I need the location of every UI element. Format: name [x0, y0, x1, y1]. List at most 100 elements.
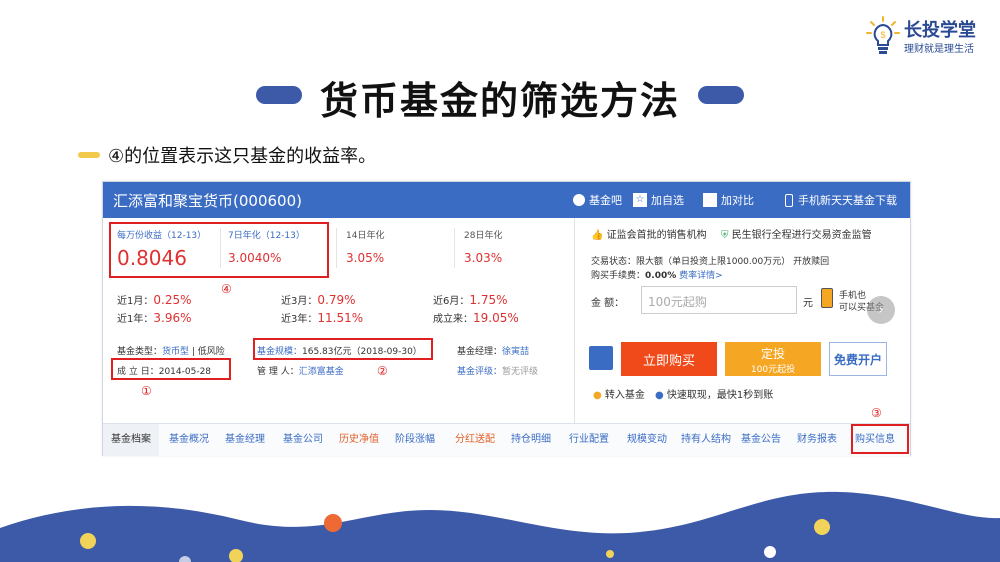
tab-industry[interactable]: 行业配置 — [569, 424, 609, 456]
return-6m-label: 近6月： — [433, 296, 470, 307]
auto-invest-button[interactable]: 定投 100元起投 — [725, 342, 821, 376]
fund-admin-value[interactable]: 汇添富基金 — [299, 367, 344, 377]
tab-history-nav[interactable]: 历史净值 — [339, 424, 379, 456]
return-3m-value: 0.79% — [317, 293, 356, 307]
cert-text: 证监会首批的销售机构 — [606, 230, 707, 241]
return-1y-value: 3.96% — [153, 311, 192, 325]
brand-logo: $ 长投学堂 理财就是理生活 — [862, 14, 992, 58]
subtitle: ④的位置表示这只基金的收益率。 — [108, 146, 377, 167]
highlight-box-3 — [851, 424, 909, 454]
trade-panel: 👍 证监会首批的销售机构 ⛨ 民生银行全程进行交易资金监管 交易状态：限大额（单… — [574, 218, 911, 423]
annotation-2: ② — [377, 364, 388, 378]
amount-input[interactable]: 100元起购 — [641, 286, 797, 314]
fund-manager: 基金经理：徐寅喆 — [457, 344, 529, 357]
tab-announcement[interactable]: 基金公告 — [741, 424, 781, 456]
tab-holder-structure[interactable]: 持有人结构 — [681, 424, 731, 456]
return-1m-label: 近1月： — [117, 296, 154, 307]
thumb-icon: 👍 — [591, 230, 604, 241]
fee-detail-link[interactable]: 费率详情> — [679, 271, 723, 281]
return-since-value: 19.05% — [473, 311, 519, 325]
return-since: 成立来：19.05% — [433, 310, 519, 325]
d14-label: 14日年化 — [346, 231, 385, 241]
logo-slogan: 理财就是理生活 — [904, 44, 974, 55]
transfer-link[interactable]: ● 转入基金 — [593, 386, 645, 401]
return-3m: 近3月：0.79% — [281, 292, 356, 307]
fund-admin: 管 理 人：汇添富基金 — [257, 364, 344, 377]
auto-invest-label: 定投 — [760, 347, 785, 361]
logo-name: 长投学堂 — [904, 20, 976, 41]
tab-overview[interactable]: 基金概况 — [169, 424, 209, 456]
amount-unit: 元 — [803, 298, 813, 309]
calculator-icon[interactable] — [589, 346, 613, 370]
checkbox-icon — [703, 193, 717, 207]
tab-manager[interactable]: 基金经理 — [225, 424, 265, 456]
d14-value: 3.05% — [346, 251, 385, 265]
highlight-box-2 — [253, 338, 433, 360]
fund-manager-value[interactable]: 徐寅喆 — [502, 347, 529, 357]
tab-archive[interactable]: 基金档案 — [103, 424, 159, 456]
fund-admin-label: 管 理 人： — [257, 367, 299, 377]
add-watchlist-button[interactable]: ☆ 加自选 — [633, 190, 684, 210]
fee-line: 购买手续费：0.00% 费率详情> — [591, 268, 723, 281]
mobile-download-button[interactable]: 手机新天天基金下载 — [785, 190, 897, 210]
fund-tabs: 基金档案 基金概况 基金经理 基金公司 历史净值 阶段涨幅 分红送配 持仓明细 … — [103, 423, 910, 456]
fund-type-label: 基金类型： — [117, 347, 163, 357]
tab-financials[interactable]: 财务报表 — [797, 424, 837, 456]
return-3y-label: 近3年： — [281, 314, 318, 325]
compare-label: 加对比 — [721, 194, 754, 207]
mobile-label: 手机新天天基金下载 — [798, 194, 897, 207]
tab-scale-change[interactable]: 规模变动 — [627, 424, 667, 456]
return-6m-value: 1.75% — [469, 293, 508, 307]
fund-rating-label[interactable]: 基金评级： — [457, 367, 502, 377]
d28-label: 28日年化 — [464, 231, 503, 241]
fund-metrics-panel: 每万份收益（12-13） 0.8046 7日年化（12-13） 3.0040% … — [103, 218, 573, 423]
fund-header: 汇添富和聚宝货币(000600) 基金吧 ☆ 加自选 加对比 手机新天天基金下载 — [103, 182, 910, 218]
clock-icon: ● — [655, 390, 664, 401]
forum-button[interactable]: 基金吧 — [573, 190, 622, 210]
title-pill-left — [256, 86, 302, 104]
return-1m-value: 0.25% — [153, 293, 192, 307]
cert-line: 👍 证监会首批的销售机构 — [591, 226, 707, 241]
bank-line: ⛨ 民生银行全程进行交易资金监管 — [721, 226, 872, 241]
bullet-bar — [78, 152, 100, 158]
tab-company[interactable]: 基金公司 — [283, 424, 323, 456]
redeem-label: 快速取现，最快1秒到账 — [666, 390, 774, 401]
redeem-info: ● 快速取现，最快1秒到账 — [655, 386, 773, 401]
highlight-box-1 — [111, 358, 231, 380]
next-arrow-icon[interactable]: › — [867, 296, 895, 324]
tab-stage-gain[interactable]: 阶段涨幅 — [395, 424, 435, 456]
compare-button[interactable]: 加对比 — [703, 190, 754, 210]
divider — [454, 228, 455, 268]
amount-label: 金 额： — [591, 298, 625, 309]
d28-value: 3.03% — [464, 251, 503, 265]
return-3y-value: 11.51% — [317, 311, 364, 325]
wave-decoration — [0, 491, 1000, 562]
tab-dividend[interactable]: 分红送配 — [455, 424, 495, 456]
buy-now-button[interactable]: 立即购买 — [621, 342, 717, 376]
star-icon: ☆ — [633, 193, 647, 207]
open-account-button[interactable]: 免费开户 — [829, 342, 887, 376]
phone-promo-icon — [821, 288, 833, 308]
fund-type: 基金类型：货币型 | 低风险 — [117, 344, 225, 357]
forum-label: 基金吧 — [589, 194, 622, 207]
fund-rating: 基金评级：暂无评级 — [457, 364, 538, 377]
lightbulb-icon: $ — [866, 16, 900, 54]
return-3m-label: 近3月： — [281, 296, 318, 307]
return-1y: 近1年：3.96% — [117, 310, 192, 325]
fee-value: 0.00% — [645, 271, 677, 281]
page-title: 货币基金的筛选方法 — [319, 79, 680, 123]
add-label: 加自选 — [651, 194, 684, 207]
annotation-3: ③ — [871, 406, 882, 420]
return-6m: 近6月：1.75% — [433, 292, 508, 307]
fund-name: 汇添富和聚宝货币(000600) — [113, 192, 302, 210]
coin-icon: ● — [593, 390, 602, 401]
phone-icon — [785, 193, 793, 207]
return-1m: 近1月：0.25% — [117, 292, 192, 307]
shield-icon: ⛨ — [721, 230, 729, 241]
fund-manager-label: 基金经理： — [457, 347, 503, 357]
fund-type-value[interactable]: 货币型 — [162, 347, 189, 357]
return-3y: 近3年：11.51% — [281, 310, 363, 325]
tab-holdings[interactable]: 持仓明细 — [511, 424, 551, 456]
auto-invest-sub: 100元起投 — [750, 365, 796, 375]
annotation-4: ④ — [221, 282, 232, 296]
